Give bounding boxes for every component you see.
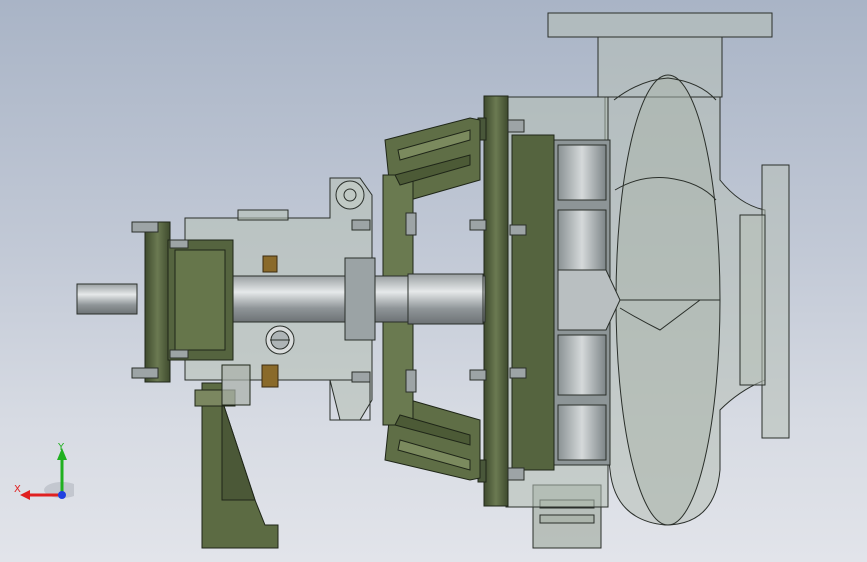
drain-plug	[261, 364, 279, 388]
bolt	[169, 349, 189, 359]
bolt	[131, 367, 159, 379]
bolt	[507, 467, 525, 481]
casing-cover[interactable]	[477, 95, 555, 507]
pump-assembly-model[interactable]	[0, 0, 867, 562]
impeller[interactable]	[551, 139, 621, 466]
bolt	[509, 367, 527, 379]
bolt	[405, 212, 417, 236]
x-axis-label: X	[14, 484, 21, 495]
bolt	[351, 219, 371, 231]
graphics-viewport[interactable]: Y X	[0, 0, 867, 562]
bolt	[405, 369, 417, 393]
end-cover[interactable]	[144, 221, 234, 383]
bolt	[469, 219, 487, 231]
y-axis-label: Y	[57, 442, 65, 453]
bolt	[509, 224, 527, 236]
support-foot[interactable]	[194, 364, 279, 549]
bolt	[469, 369, 487, 381]
bolt	[169, 239, 189, 249]
oil-plug	[262, 255, 278, 273]
bolt	[131, 221, 159, 233]
z-axis-icon	[58, 491, 66, 499]
oil-sight-glass[interactable]	[265, 325, 295, 355]
bolt	[507, 119, 525, 133]
bolt	[351, 371, 371, 383]
orientation-triad: Y X	[14, 442, 74, 500]
